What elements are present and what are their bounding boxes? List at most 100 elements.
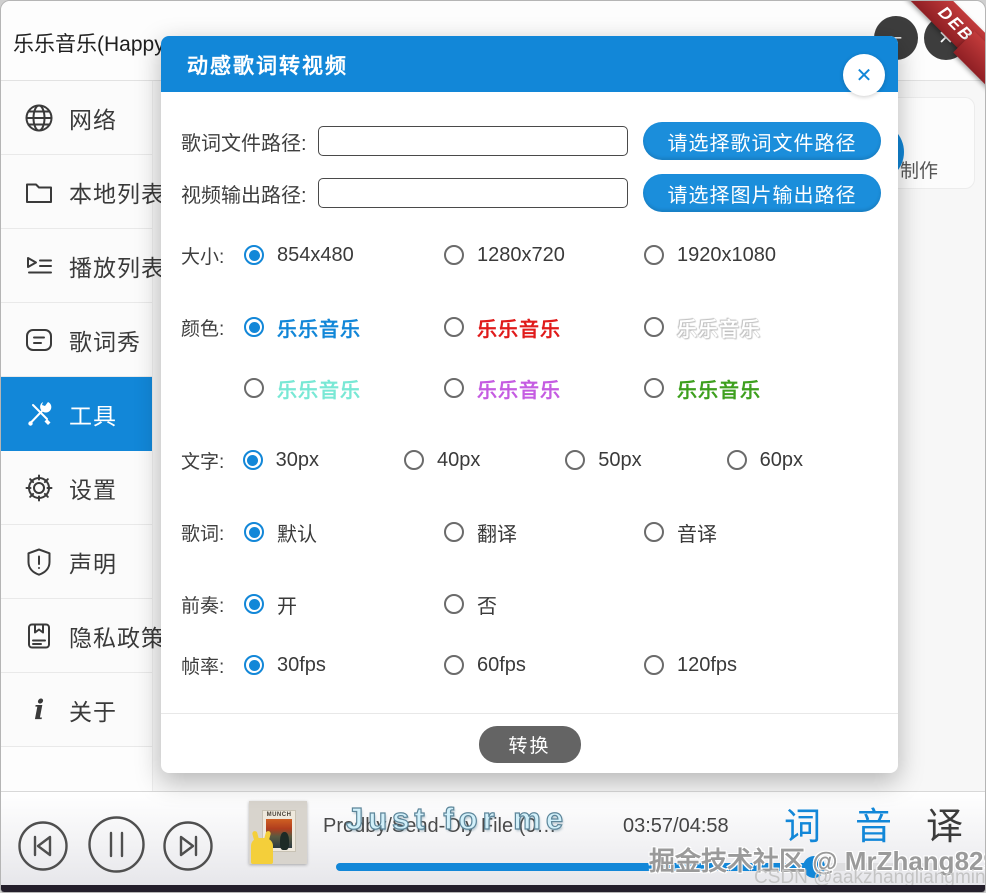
option-text: 40px [437, 449, 480, 472]
sidebar-item-network[interactable]: 网络 [1, 81, 152, 155]
color-row2-option-3[interactable]: 乐乐音乐 [644, 374, 844, 403]
sidebar-item-label: 歌词秀 [69, 323, 141, 357]
sidebar-item-settings[interactable]: 设置 [1, 451, 152, 525]
intro-option-1[interactable]: 开 [244, 590, 444, 619]
color-row2-option-2[interactable]: 乐乐音乐 [444, 374, 644, 403]
radio-icon [244, 378, 264, 398]
previous-track-button[interactable] [17, 820, 69, 877]
video-output-path-row: 视频输出路径: 请选择图片输出路径 [181, 167, 884, 219]
sidebar-item-label: 本地列表 [69, 175, 165, 209]
font-size-label: 文字: [181, 447, 243, 474]
fps-label: 帧率: [181, 652, 244, 679]
pause-button[interactable] [87, 815, 146, 879]
info-icon: i [23, 694, 55, 726]
app-window: 乐乐音乐(Happy – ✕ 网络本地列表播放列表歌词秀工具设置声明隐私政策i关… [0, 0, 986, 893]
option-text: 乐乐音乐 [277, 313, 361, 342]
radio-selected-icon [244, 317, 264, 337]
radio-icon [444, 317, 464, 337]
lyric-mode-option-1[interactable]: 默认 [244, 518, 444, 547]
size-option-1[interactable]: 854x480 [244, 244, 444, 267]
option-groups: 大小:854x4801280x7201920x1080颜色:乐乐音乐乐乐音乐乐乐… [181, 225, 888, 707]
sidebar-item-label: 设置 [69, 471, 117, 505]
color-row1-row: 颜色:乐乐音乐乐乐音乐乐乐音乐 [181, 297, 888, 357]
font-size-option-3[interactable]: 50px [565, 449, 726, 472]
color-row1-option-2[interactable]: 乐乐音乐 [444, 313, 644, 342]
option-text: 开 [277, 590, 297, 619]
color-row1-option-1[interactable]: 乐乐音乐 [244, 313, 444, 342]
convert-button[interactable]: 转换 [478, 726, 580, 763]
sidebar-item-privacy[interactable]: 隐私政策 [1, 599, 152, 673]
lyric-file-path-select-button[interactable]: 请选择歌词文件路径 [643, 122, 881, 160]
radio-selected-icon [243, 450, 263, 470]
tools-icon [23, 398, 55, 430]
fps-option-3[interactable]: 120fps [644, 654, 844, 677]
lyric-mode-option-3[interactable]: 音译 [644, 518, 844, 547]
pikachu-figure [251, 838, 273, 864]
sidebar-item-playlist[interactable]: 播放列表 [1, 229, 152, 303]
option-text: 否 [477, 590, 497, 619]
sidebar-item-about[interactable]: i 关于 [1, 673, 152, 747]
sidebar-item-lyrics[interactable]: 歌词秀 [1, 303, 152, 377]
sidebar-item-label: 隐私政策 [69, 619, 165, 653]
folder-icon [23, 176, 55, 208]
lyric-toggle-3[interactable]: 译 [926, 808, 963, 845]
font-size-option-2[interactable]: 40px [404, 449, 565, 472]
dialog-close-button[interactable]: ✕ [843, 54, 885, 96]
size-option-3[interactable]: 1920x1080 [644, 244, 844, 267]
option-text: 854x480 [277, 244, 354, 267]
next-track-button[interactable] [162, 820, 214, 877]
dialog-title: 动感歌词转视频 [187, 50, 348, 80]
color-row2-option-1[interactable]: 乐乐音乐 [244, 374, 444, 403]
globe-icon [23, 102, 55, 134]
sidebar-item-label: 关于 [69, 693, 117, 727]
option-text: 乐乐音乐 [477, 374, 561, 403]
radio-icon [565, 450, 585, 470]
album-art: MUNCH [249, 801, 307, 864]
lyric-file-path-label: 歌词文件路径: [181, 127, 318, 156]
sidebar: 网络本地列表播放列表歌词秀工具设置声明隐私政策 i 关于 [1, 81, 153, 791]
svg-text:i: i [34, 695, 44, 726]
color-row1-option-3[interactable]: 乐乐音乐 [644, 313, 844, 342]
font-size-option-4[interactable]: 60px [727, 449, 888, 472]
privacy-icon [23, 620, 55, 652]
radio-icon [644, 378, 664, 398]
radio-icon [644, 317, 664, 337]
option-text: 60px [760, 449, 803, 472]
intro-label: 前奏: [181, 591, 244, 618]
video-output-path-input[interactable] [318, 178, 628, 208]
lyric-toggle-group: 词音译 [784, 808, 963, 845]
intro-option-2[interactable]: 否 [444, 590, 644, 619]
option-text: 乐乐音乐 [477, 313, 561, 342]
size-option-2[interactable]: 1280x720 [444, 244, 644, 267]
video-output-path-select-button[interactable]: 请选择图片输出路径 [643, 174, 881, 212]
option-text: 50px [598, 449, 641, 472]
lyric-toggle-1[interactable]: 词 [784, 808, 821, 845]
sidebar-item-local[interactable]: 本地列表 [1, 155, 152, 229]
font-size-row: 文字:30px 40px 50px 60px [181, 430, 888, 490]
intro-row: 前奏: 开 否 [181, 574, 888, 634]
sidebar-item-notice[interactable]: 声明 [1, 525, 152, 599]
option-text: 60fps [477, 654, 526, 677]
video-output-path-label: 视频输出路径: [181, 179, 318, 208]
fps-option-1[interactable]: 30fps [244, 654, 444, 677]
fps-option-2[interactable]: 60fps [444, 654, 644, 677]
previous-icon [17, 820, 69, 872]
album-frame-text: MUNCH [263, 812, 295, 818]
playlist-icon [23, 250, 55, 282]
dialog-footer-divider [161, 713, 898, 714]
lyric-toggle-2[interactable]: 音 [855, 808, 892, 845]
radio-icon [444, 245, 464, 265]
option-text: 乐乐音乐 [677, 313, 761, 342]
playback-time: 03:57/04:58 [623, 815, 729, 838]
font-size-option-1[interactable]: 30px [243, 449, 404, 472]
lyric-file-path-row: 歌词文件路径: 请选择歌词文件路径 [181, 115, 884, 167]
lyric-file-path-input[interactable] [318, 126, 628, 156]
radio-icon [404, 450, 424, 470]
lyric-mode-option-2[interactable]: 翻译 [444, 518, 644, 547]
size-label: 大小: [181, 242, 244, 269]
dialog-header: 动感歌词转视频 ✕ [161, 36, 898, 92]
radio-selected-icon [244, 594, 264, 614]
next-icon [162, 820, 214, 872]
sidebar-item-tools[interactable]: 工具 [1, 377, 152, 451]
option-text: 乐乐音乐 [277, 374, 361, 403]
